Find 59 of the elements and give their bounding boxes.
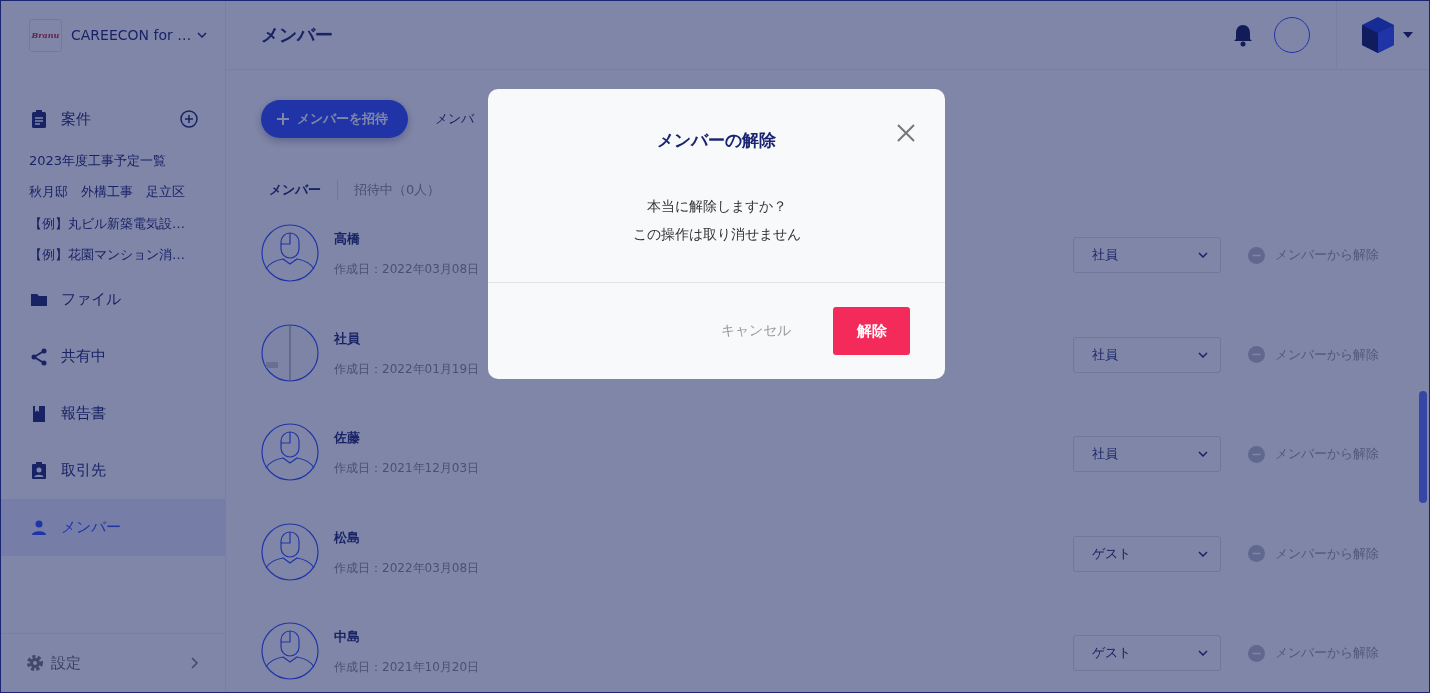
contact-icon xyxy=(29,460,49,481)
nav-item[interactable]: 報告書 xyxy=(1,385,225,442)
remove-button[interactable]: 解除 xyxy=(833,307,910,355)
role-select[interactable]: 社員 xyxy=(1073,237,1221,273)
role-select[interactable]: 社員 xyxy=(1073,336,1221,373)
close-icon[interactable] xyxy=(897,124,915,142)
cube-icon[interactable] xyxy=(1361,16,1395,54)
dialog-title: メンバーの解除 xyxy=(657,129,776,152)
project-link[interactable]: 秋月邸 外構工事 足立区 xyxy=(1,176,225,208)
avatar-icon xyxy=(261,522,319,581)
dialog-message: この操作は取り消せません xyxy=(631,225,802,244)
chevron-down-icon xyxy=(1198,650,1208,656)
avatar-image xyxy=(261,323,319,382)
member-name: 社員 xyxy=(334,329,360,348)
chevron-down-icon xyxy=(1198,252,1208,258)
nav-item[interactable]: ファイル xyxy=(1,271,225,328)
nav-item[interactable]: 共有中 xyxy=(1,328,225,385)
chevron-down-icon xyxy=(197,32,208,38)
role-select[interactable]: ゲスト xyxy=(1073,635,1221,671)
cancel-button[interactable]: キャンセル xyxy=(715,321,797,341)
member-name: 中島 xyxy=(334,628,360,646)
settings-icon xyxy=(25,653,45,673)
minus-circle-icon[interactable] xyxy=(1248,545,1265,562)
member-name: 松島 xyxy=(334,528,360,547)
minus-circle-icon[interactable] xyxy=(1248,246,1265,264)
member-name: 佐藤 xyxy=(334,429,360,447)
avatar-icon xyxy=(261,622,319,680)
chevron-down-icon xyxy=(1198,351,1208,358)
page-title: メンバー xyxy=(261,23,334,47)
plus-icon xyxy=(277,113,289,125)
company-logo: Branu xyxy=(29,18,62,52)
minus-circle-icon[interactable] xyxy=(1248,445,1265,463)
avatar-icon xyxy=(261,423,319,481)
dialog-message: 本当に解除しますか？ xyxy=(645,197,788,216)
tab[interactable]: メンバー xyxy=(269,181,321,199)
nav-item[interactable]: 取引先 xyxy=(1,442,225,499)
member-name: 高橋 xyxy=(334,230,360,248)
nav-item[interactable]: メンバー xyxy=(1,499,225,556)
scrollbar[interactable] xyxy=(1419,391,1427,503)
organization-switcher[interactable]: CAREECON for … xyxy=(71,27,208,43)
chevron-down-icon xyxy=(1198,451,1208,457)
add-icon[interactable] xyxy=(179,109,199,129)
role-select[interactable]: 社員 xyxy=(1073,436,1221,472)
section-label[interactable]: 案件 xyxy=(61,109,167,129)
minus-circle-icon[interactable] xyxy=(1248,346,1265,363)
caret-down-icon[interactable] xyxy=(1403,32,1413,38)
bell-icon[interactable] xyxy=(1232,23,1254,47)
chevron-down-icon xyxy=(1198,550,1208,557)
invite-member-button[interactable]: メンバーを招待 xyxy=(261,100,408,138)
member-link[interactable]: メンバ xyxy=(435,110,474,128)
chevron-right-icon xyxy=(191,657,199,669)
minus-circle-icon[interactable] xyxy=(1248,644,1265,662)
role-select[interactable]: ゲスト xyxy=(1073,535,1221,572)
project-link[interactable]: 【例】丸ビル新築電気設… xyxy=(1,208,225,240)
clipboard-icon xyxy=(29,109,49,129)
settings-link[interactable]: 設定 xyxy=(51,653,185,673)
share-icon xyxy=(29,346,49,367)
project-link[interactable]: 【例】花園マンション消… xyxy=(1,239,225,271)
avatar-icon xyxy=(261,224,319,282)
